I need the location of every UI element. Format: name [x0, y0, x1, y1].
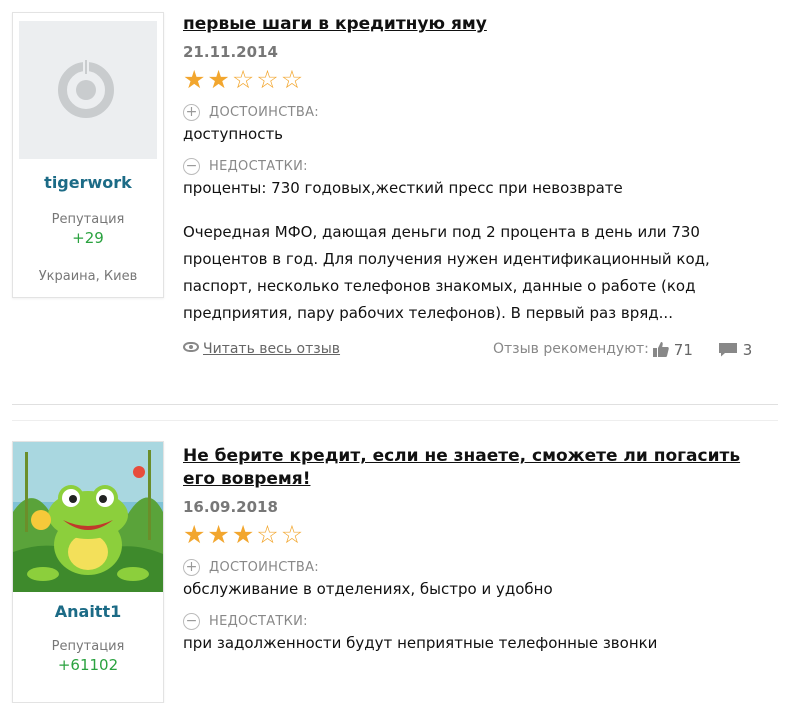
star-empty-icon: ☆ — [231, 65, 255, 94]
pros-header: + ДОСТОИНСТВА: — [183, 101, 783, 123]
recommend-label: Отзыв рекомендуют: — [493, 341, 649, 357]
cons-text: при задолженности будут неприятные телеф… — [183, 634, 658, 652]
review-title[interactable]: Не берите кредит, если не знаете, сможет… — [183, 445, 763, 491]
user-card: tigerwork Репутация +29 Украина, Киев — [12, 12, 164, 298]
star-empty-icon: ☆ — [256, 520, 279, 549]
pros-text: обслуживание в отделениях, быстро и удоб… — [183, 580, 553, 598]
star-filled-icon: ★ — [183, 520, 206, 549]
frog-avatar-image — [13, 442, 163, 592]
cons-label: НЕДОСТАТКИ: — [209, 158, 308, 174]
reputation-label: Репутация — [51, 639, 125, 654]
cons-header: − НЕДОСТАТКИ: — [183, 155, 783, 177]
reputation-value: +61102 — [57, 656, 119, 674]
star-filled-icon: ★ — [207, 520, 230, 549]
star-empty-icon: ☆ — [256, 65, 279, 94]
plus-circle-icon: + — [183, 103, 200, 121]
review-divider — [12, 404, 778, 405]
review-divider — [12, 420, 778, 421]
review-meta: Читать весь отзыв Отзыв рекомендуют: 71 … — [183, 341, 783, 365]
comments-button[interactable]: 3 — [718, 341, 752, 359]
review-excerpt: Очередная МФО, дающая деньги под 2 проце… — [183, 223, 710, 322]
read-full-review-link[interactable]: Читать весь отзыв — [183, 341, 340, 357]
read-full-review-label: Читать весь отзыв — [203, 341, 341, 357]
default-avatar-icon — [58, 60, 114, 118]
minus-circle-icon: − — [183, 612, 200, 630]
likes-count: 71 — [673, 341, 693, 359]
review-title[interactable]: первые шаги в кредитную яму — [183, 13, 783, 36]
pros-text: доступность — [183, 125, 284, 143]
cons-text: проценты: 730 годовых,жесткий пресс при … — [183, 179, 623, 197]
cons-header: − НЕДОСТАТКИ: — [183, 610, 783, 632]
like-button[interactable]: 71 — [653, 341, 693, 359]
comment-bubble-icon — [719, 343, 737, 357]
thumbs-up-icon — [653, 342, 669, 357]
cons-label: НЕДОСТАТКИ: — [209, 613, 308, 629]
star-empty-icon: ☆ — [280, 65, 304, 94]
eye-icon — [183, 342, 199, 352]
avatar[interactable] — [19, 21, 157, 159]
pros-header: + ДОСТОИНСТВА: — [183, 556, 783, 578]
rating-stars: ★★★☆☆ — [183, 522, 783, 548]
star-filled-icon: ★ — [183, 65, 206, 94]
comments-count: 3 — [742, 341, 753, 359]
plus-circle-icon: + — [183, 558, 200, 576]
rating-stars: ★★☆☆☆ — [183, 67, 783, 93]
review-date: 21.11.2014 — [183, 43, 278, 61]
user-location: Украина, Киев — [38, 269, 138, 284]
minus-circle-icon: − — [183, 157, 200, 175]
avatar[interactable] — [13, 442, 163, 592]
star-filled-icon: ★ — [207, 65, 230, 94]
review-date: 16.09.2018 — [183, 498, 278, 516]
star-filled-icon: ★ — [231, 520, 255, 549]
pros-label: ДОСТОИНСТВА: — [209, 559, 319, 575]
user-card: Anaitt1 Репутация +61102 — [12, 441, 164, 703]
star-empty-icon: ☆ — [280, 520, 304, 549]
username[interactable]: tigerwork — [13, 173, 163, 192]
reputation-value: +29 — [72, 229, 104, 247]
reputation-label: Репутация — [51, 212, 125, 227]
username[interactable]: Anaitt1 — [13, 602, 163, 621]
pros-label: ДОСТОИНСТВА: — [209, 104, 319, 120]
